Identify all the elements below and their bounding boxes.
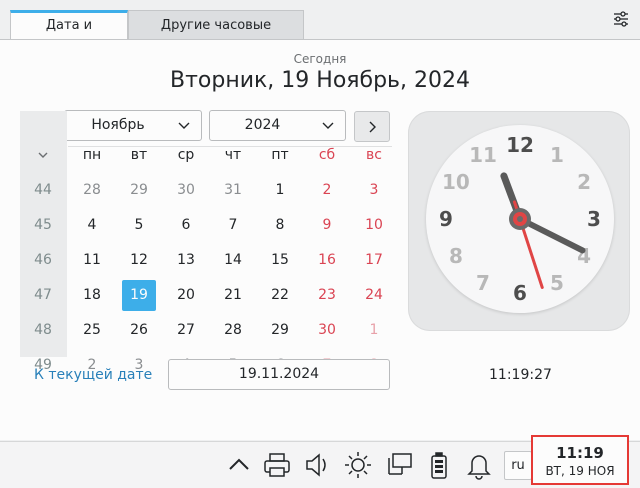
week-number: 47	[34, 287, 52, 303]
month-value: Ноябрь	[91, 117, 145, 133]
year-select[interactable]: 2024	[209, 110, 346, 141]
calendar-day[interactable]: 30	[304, 313, 350, 348]
analog-clock-widget: 12 1 2 3 4 5 6 7 8 9 10 11	[408, 111, 630, 331]
digital-clock-widget[interactable]: 11:19 ВТ, 19 НОЯ	[531, 435, 629, 485]
week-number: 45	[34, 217, 52, 233]
keyboard-layout-indicator[interactable]: ru	[504, 451, 532, 480]
battery-icon[interactable]	[424, 450, 454, 480]
tab-date-time[interactable]: Дата и время	[10, 10, 128, 59]
week-number: 48	[34, 322, 52, 338]
clock-numeral: 6	[513, 281, 527, 305]
clock-numeral: 1	[550, 143, 564, 167]
chevron-down-icon	[322, 122, 334, 129]
calendar-day[interactable]: 25	[69, 313, 115, 348]
chevron-up-icon[interactable]	[224, 450, 254, 480]
week-column-chevron-icon[interactable]	[20, 138, 66, 173]
calendar-day[interactable]: 24	[351, 278, 397, 313]
chevron-right-icon	[369, 121, 376, 132]
weekday-header: пн	[82, 147, 102, 163]
calendar-day[interactable]: 2	[304, 173, 350, 208]
weekday-header: чт	[224, 147, 242, 163]
calendar-day[interactable]: 23	[304, 278, 350, 313]
weekday-header: вс	[366, 147, 382, 163]
calendar-day[interactable]: 4	[69, 208, 115, 243]
calendar-day[interactable]: 27	[163, 313, 209, 348]
calendar-panel: Дата и время Другие часовые пояса Сегодн…	[0, 0, 640, 440]
calendar-day[interactable]: 3	[351, 173, 397, 208]
month-select[interactable]: Ноябрь	[64, 110, 202, 141]
settings-sliders-icon[interactable]	[612, 10, 630, 28]
today-label: Сегодня	[293, 52, 347, 66]
date-input[interactable]: 19.11.2024	[168, 359, 390, 390]
clock-numeral: 8	[449, 244, 463, 268]
clock-svg: 12 1234567891011	[439, 133, 601, 305]
week-number: 46	[34, 252, 52, 268]
clock-numeral: 9	[439, 207, 453, 231]
calendar-day[interactable]: 18	[69, 278, 115, 313]
calendar-day[interactable]: 6	[163, 208, 209, 243]
calendar-day[interactable]: 12	[116, 243, 162, 278]
clock-face: 12 1 2 3 4 5 6 7 8 9 10 11	[426, 125, 614, 313]
clock-numeral: 5	[550, 271, 564, 295]
weekday-header: вт	[130, 147, 148, 163]
clock-numeral: 2	[577, 170, 591, 194]
chevron-down-icon	[178, 122, 190, 129]
year-value: 2024	[244, 117, 281, 133]
calendar-day[interactable]: 26	[116, 313, 162, 348]
calendar-day[interactable]: 5	[116, 208, 162, 243]
calendar-day[interactable]: 1	[257, 173, 303, 208]
date-title: Вторник, 19 Ноябрь, 2024	[170, 68, 470, 93]
calendar-day[interactable]: 17	[351, 243, 397, 278]
calendar-day[interactable]: 29	[257, 313, 303, 348]
calendar-day[interactable]: 20	[163, 278, 209, 313]
calendar-day[interactable]: 7	[210, 208, 256, 243]
weekday-header: сб	[318, 147, 336, 163]
notification-bell-icon[interactable]	[464, 450, 494, 480]
brightness-icon[interactable]	[343, 450, 373, 480]
taskbar-clock-date: ВТ, 19 НОЯ	[545, 464, 615, 478]
calendar-day[interactable]: 28	[210, 313, 256, 348]
calendar-day[interactable]: 15	[257, 243, 303, 278]
calendar-day[interactable]: 13	[163, 243, 209, 278]
calendar-day[interactable]: 8	[257, 208, 303, 243]
clock-numeral: 11	[469, 143, 497, 167]
calendar-day[interactable]: 9	[304, 208, 350, 243]
time-display: 11:19:27	[489, 367, 552, 383]
calendar-day[interactable]: 19	[122, 280, 156, 311]
tab-bar: Дата и время Другие часовые пояса	[10, 10, 304, 63]
network-wired-icon[interactable]	[384, 450, 414, 480]
calendar-day[interactable]: 21	[210, 278, 256, 313]
taskbar-clock-time: 11:19	[556, 444, 604, 462]
calendar-day[interactable]: 10	[351, 208, 397, 243]
tab-other-timezones[interactable]: Другие часовые пояса	[128, 10, 304, 63]
calendar-day[interactable]: 28	[69, 173, 115, 208]
clock-numeral: 7	[476, 271, 490, 295]
clock-numeral: 10	[442, 170, 470, 194]
calendar-day[interactable]: 14	[210, 243, 256, 278]
volume-icon[interactable]	[302, 450, 332, 480]
calendar-day[interactable]: 30	[163, 173, 209, 208]
clock-center-dot	[517, 216, 523, 222]
week-number: 44	[34, 182, 52, 198]
go-to-today-link[interactable]: К текущей дате	[34, 367, 152, 383]
printer-icon[interactable]	[262, 450, 292, 480]
calendar-day[interactable]: 31	[210, 173, 256, 208]
clock-numeral: 3	[587, 207, 601, 231]
weekday-header: пт	[271, 147, 289, 163]
weekday-header: ср	[177, 147, 195, 163]
calendar-day[interactable]: 11	[69, 243, 115, 278]
calendar-day[interactable]: 29	[116, 173, 162, 208]
calendar-day[interactable]: 22	[257, 278, 303, 313]
clock-numeral: 12	[506, 133, 534, 157]
taskbar: ru 11:19 ВТ, 19 НОЯ	[0, 435, 640, 488]
calendar-day[interactable]: 16	[304, 243, 350, 278]
calendar-day[interactable]: 1	[351, 313, 397, 348]
